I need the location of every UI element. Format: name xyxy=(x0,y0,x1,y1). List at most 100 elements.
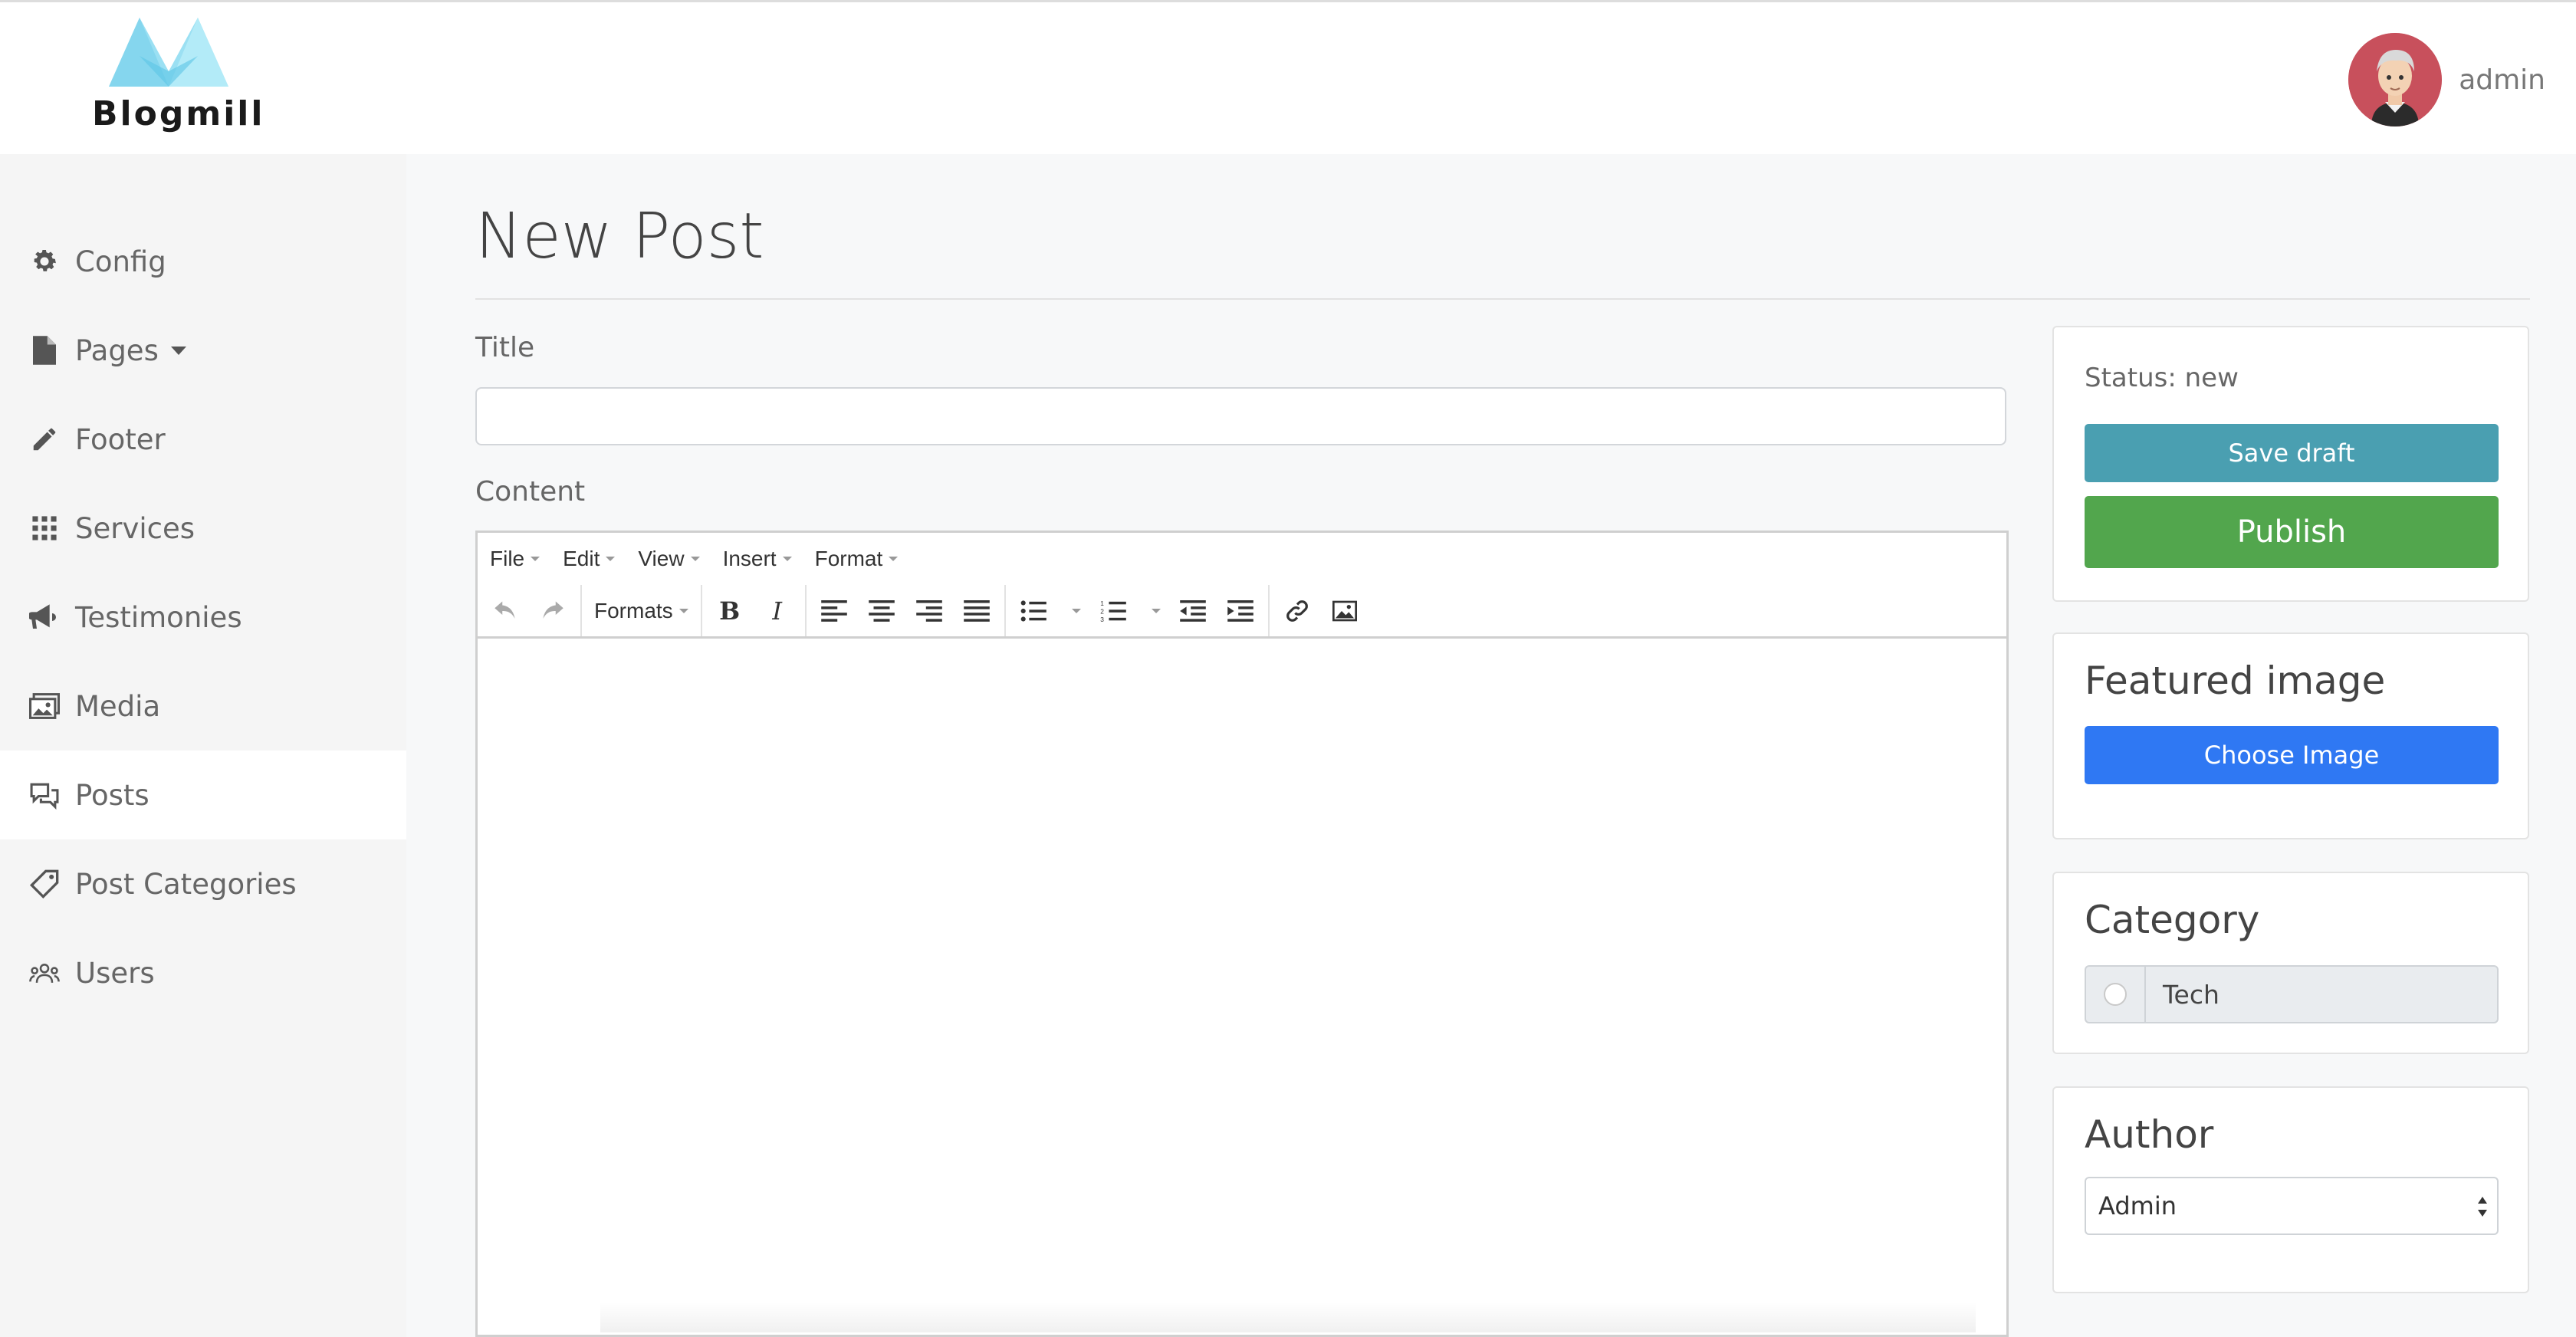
menu-view[interactable]: View xyxy=(638,547,700,571)
sidebar-item-testimonies[interactable]: Testimonies xyxy=(0,573,406,662)
author-title: Author xyxy=(2085,1112,2214,1157)
bullet-list-icon[interactable] xyxy=(1018,594,1049,628)
gear-icon xyxy=(29,246,60,277)
sidebar-item-label: Post Categories xyxy=(75,867,297,901)
radio-wrapper xyxy=(2086,967,2146,1022)
editor-toolbar: Formats B I 123 xyxy=(478,585,2006,639)
style-group: B I xyxy=(700,585,805,636)
sidebar-item-pages[interactable]: Pages xyxy=(0,306,406,395)
file-icon xyxy=(29,335,60,366)
undo-icon[interactable] xyxy=(490,594,521,628)
grid-icon xyxy=(29,513,60,544)
sidebar-item-media[interactable]: Media xyxy=(0,662,406,751)
sidebar-item-label: Users xyxy=(75,956,155,990)
formats-dropdown[interactable]: Formats xyxy=(594,594,688,628)
category-option-tech[interactable]: Tech xyxy=(2085,965,2499,1023)
menu-file-label: File xyxy=(490,547,525,570)
redo-icon[interactable] xyxy=(537,594,568,628)
link-icon[interactable] xyxy=(1282,594,1313,628)
sidebar-item-posts[interactable]: Posts xyxy=(0,751,406,839)
align-center-icon[interactable] xyxy=(866,594,897,628)
rich-text-editor: File Edit View Insert Format Formats B I xyxy=(475,531,2009,1337)
choose-image-button[interactable]: Choose Image xyxy=(2085,726,2499,784)
align-justify-icon[interactable] xyxy=(961,594,992,628)
editor-menubar: File Edit View Insert Format xyxy=(478,533,2006,585)
svg-text:2: 2 xyxy=(1100,607,1104,615)
sidebar-item-config[interactable]: Config xyxy=(0,217,406,306)
history-group xyxy=(478,585,580,636)
featured-image-title: Featured image xyxy=(2085,659,2386,703)
megaphone-icon xyxy=(29,602,60,632)
formats-label: Formats xyxy=(594,598,673,623)
bold-icon[interactable]: B xyxy=(715,594,745,628)
italic-icon[interactable]: I xyxy=(762,594,793,628)
caret-down-icon xyxy=(690,557,700,561)
sidebar-item-label: Services xyxy=(75,511,196,545)
sidebar-item-label: Testimonies xyxy=(75,600,242,634)
sidebar-item-footer[interactable]: Footer xyxy=(0,395,406,484)
sidebar-item-label: Config xyxy=(75,245,166,278)
tag-icon xyxy=(29,869,60,899)
caret-down-icon xyxy=(170,346,186,355)
publish-button[interactable]: Publish xyxy=(2085,496,2499,568)
content-label: Content xyxy=(475,476,586,508)
title-input[interactable] xyxy=(475,387,2006,445)
menu-insert[interactable]: Insert xyxy=(723,547,792,571)
menu-edit[interactable]: Edit xyxy=(563,547,616,571)
svg-text:1: 1 xyxy=(1100,600,1104,607)
pencil-icon xyxy=(29,424,60,455)
user-menu[interactable]: admin xyxy=(2348,33,2545,126)
caret-down-icon xyxy=(889,557,899,561)
page-title: New Post xyxy=(475,200,764,273)
images-icon xyxy=(29,691,60,721)
caret-down-icon[interactable] xyxy=(1151,608,1161,613)
comments-icon xyxy=(29,780,60,810)
indent-icon[interactable] xyxy=(1225,594,1256,628)
status-card: Status: new Save draft Publish xyxy=(2052,326,2529,602)
caret-down-icon xyxy=(782,557,792,561)
sidebar-item-users[interactable]: Users xyxy=(0,928,406,1017)
logo[interactable]: Blogmill xyxy=(92,18,262,140)
align-group xyxy=(804,585,1004,636)
sidebar-item-label: Media xyxy=(75,689,161,723)
formats-group: Formats xyxy=(580,585,701,636)
menu-format-label: Format xyxy=(814,547,883,570)
sidebar-item-label: Pages xyxy=(75,333,159,367)
save-draft-button[interactable]: Save draft xyxy=(2085,424,2499,482)
logo-icon xyxy=(109,18,228,87)
avatar[interactable] xyxy=(2348,33,2443,126)
status-text: Status: new xyxy=(2085,363,2239,393)
editor-shadow xyxy=(600,1302,1976,1332)
select-arrows-icon xyxy=(2478,1197,2487,1217)
caret-down-icon xyxy=(678,608,688,613)
caret-down-icon xyxy=(606,557,616,561)
sidebar-item-services[interactable]: Services xyxy=(0,484,406,573)
sidebar-item-label: Posts xyxy=(75,778,150,812)
caret-down-icon xyxy=(531,557,540,561)
numbered-list-icon[interactable]: 123 xyxy=(1098,594,1129,628)
sidebar-item-post-categories[interactable]: Post Categories xyxy=(0,839,406,928)
top-header: Blogmill admin xyxy=(0,0,2576,154)
menu-insert-label: Insert xyxy=(722,547,777,570)
editor-content-area[interactable] xyxy=(478,639,2006,1332)
image-icon[interactable] xyxy=(1329,594,1360,628)
title-label: Title xyxy=(475,332,535,363)
user-name[interactable]: admin xyxy=(2459,64,2545,96)
divider xyxy=(475,298,2530,300)
author-select-value: Admin xyxy=(2098,1191,2177,1220)
align-right-icon[interactable] xyxy=(914,594,945,628)
caret-down-icon[interactable] xyxy=(1071,608,1081,613)
category-option-label: Tech xyxy=(2163,979,2220,1010)
insert-group xyxy=(1267,585,1372,636)
sidebar-item-label: Footer xyxy=(75,422,166,456)
category-card: Category Tech xyxy=(2052,872,2529,1054)
author-select[interactable]: Admin xyxy=(2085,1177,2499,1235)
category-radio[interactable] xyxy=(2104,983,2127,1006)
menu-edit-label: Edit xyxy=(563,547,600,570)
svg-text:3: 3 xyxy=(1100,616,1104,622)
menu-format[interactable]: Format xyxy=(815,547,899,571)
outdent-icon[interactable] xyxy=(1178,594,1208,628)
align-left-icon[interactable] xyxy=(819,594,849,628)
category-title: Category xyxy=(2085,898,2260,942)
menu-file[interactable]: File xyxy=(490,547,540,571)
